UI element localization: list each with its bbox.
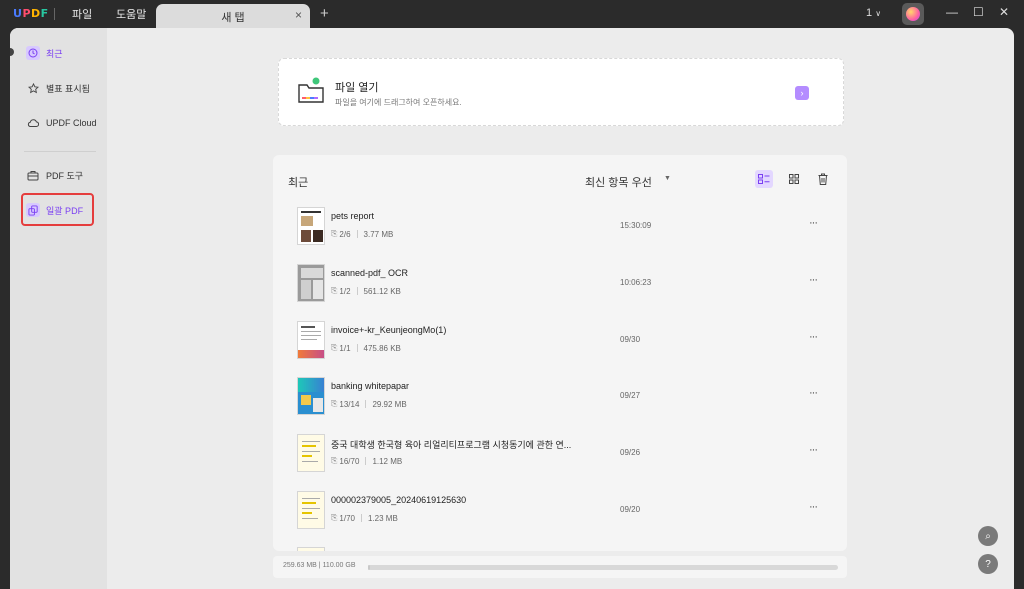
sidebar-item-label: UPDF Cloud (46, 118, 97, 128)
more-options-icon[interactable]: ··· (809, 331, 818, 343)
sidebar-item-cloud[interactable]: UPDF Cloud (23, 110, 103, 136)
tab-new[interactable]: 새 탭 × (156, 4, 310, 28)
file-row[interactable]: scanned-pdf_ OCR ⎘ 1/2 561.12 KB 10:06:23 … (273, 264, 847, 321)
file-thumbnail (297, 434, 325, 472)
clock-icon (26, 46, 40, 60)
more-options-icon[interactable]: ··· (809, 274, 818, 286)
storage-fill (368, 565, 371, 570)
sort-dropdown[interactable]: 최신 항목 우선 (585, 174, 652, 190)
sidebar-toggle-icon[interactable] (10, 48, 14, 56)
close-window-icon[interactable]: ✕ (999, 5, 1009, 19)
recent-panel: 최근 최신 항목 우선 ▼ pets report ⎘ 2/6 3.77 MB 15… (273, 155, 847, 551)
folder-icon (297, 77, 325, 105)
file-time: 09/26 (620, 448, 641, 457)
menu-help[interactable]: 도움말 (116, 6, 146, 22)
help-icon[interactable]: ? (978, 554, 998, 574)
file-thumbnail (297, 377, 325, 415)
file-thumbnail (297, 207, 325, 245)
file-name: invoice+-kr_KeunjeongMo(1) (331, 325, 447, 335)
storage-bar: 259.63 MB | 110.00 GB (273, 556, 847, 578)
sidebar-item-label: 최근 (46, 48, 63, 59)
file-row[interactable]: invoice+-kr_KeunjeongMo(1) ⎘ 1/1 475.86 KB… (273, 321, 847, 378)
file-row[interactable]: 중국 대학생 한국형 육아 리얼리티프로그램 시청동기에 관한 연... ⎘ 16… (273, 434, 847, 491)
file-name: 000002379005_20240619125630 (331, 495, 467, 505)
updf-logo: UPDF (13, 7, 49, 20)
file-row[interactable]: 000002379005_20240619125630 ⎘ 1/70 1.23 MB… (273, 491, 847, 548)
storage-text: 259.63 MB | 110.00 GB (283, 562, 356, 569)
star-icon (26, 81, 40, 95)
file-meta: ⎘ 1/2 561.12 KB (331, 286, 401, 296)
recent-title: 최근 (288, 177, 309, 189)
window-count-dropdown[interactable]: 1 ∨ (866, 7, 881, 19)
open-file-title: 파일 열기 (335, 82, 379, 94)
file-meta: ⎘ 2/6 3.77 MB (331, 229, 394, 239)
open-file-subtitle: 파일을 여기에 드래그하여 오픈하세요. (335, 98, 462, 107)
app-window: 최근 별표 표시됨 UPDF Cloud PDF 도구 일괄 PDF 파일 열기… (10, 28, 1014, 589)
file-row[interactable]: pets report ⎘ 2/6 3.77 MB 15:30:09 ··· (273, 207, 847, 264)
maximize-icon[interactable]: ☐ (973, 5, 984, 19)
cloud-icon (26, 116, 40, 130)
tab-title: 새 탭 (221, 12, 245, 24)
file-meta: ⎘ 13/14 29.92 MB (331, 399, 407, 409)
tab-close-icon[interactable]: × (295, 8, 302, 22)
file-time: 09/20 (620, 505, 641, 514)
file-thumbnail (297, 264, 325, 302)
file-thumbnail-partial (297, 547, 325, 551)
sidebar-item-label: 별표 표시됨 (46, 83, 90, 94)
add-tab-icon[interactable]: + (320, 5, 329, 22)
title-divider (54, 8, 55, 20)
sidebar-item-label: PDF 도구 (46, 170, 84, 181)
file-thumbnail (297, 491, 325, 529)
sidebar-item-starred[interactable]: 별표 표시됨 (23, 75, 93, 101)
file-name: 중국 대학생 한국형 육아 리얼리티프로그램 시청동기에 관한 연... (331, 440, 572, 450)
grid-view-icon[interactable] (785, 170, 803, 188)
file-time: 15:30:09 (620, 221, 652, 230)
file-name: scanned-pdf_ OCR (331, 268, 409, 278)
file-time: 09/30 (620, 335, 641, 344)
open-file-arrow-button[interactable]: › (795, 86, 809, 100)
trash-icon[interactable] (814, 170, 832, 188)
more-options-icon[interactable]: ··· (809, 444, 818, 456)
file-time: 09/27 (620, 391, 641, 400)
file-meta: ⎘ 1/1 475.86 KB (331, 343, 401, 353)
file-name: banking whitepapar (331, 381, 410, 391)
minimize-icon[interactable]: — (946, 5, 958, 19)
file-meta: ⎘ 1/70 1.23 MB (331, 513, 398, 523)
menu-file[interactable]: 파일 (72, 6, 92, 22)
file-time: 10:06:23 (620, 278, 652, 287)
file-name: pets report (331, 211, 375, 221)
highlight-box (21, 193, 94, 226)
file-thumbnail (297, 321, 325, 359)
list-view-icon[interactable] (755, 170, 773, 188)
open-file-card[interactable]: 파일 열기 파일을 여기에 드래그하여 오픈하세요. › (278, 58, 844, 126)
storage-track (368, 565, 838, 570)
chevron-down-icon[interactable]: ▼ (664, 175, 671, 182)
sidebar-item-pdf-tools[interactable]: PDF 도구 (23, 162, 93, 188)
title-bar: UPDF 파일 도움말 새 탭 × + 1 ∨ — ☐ ✕ (0, 0, 1024, 28)
avatar[interactable] (902, 3, 924, 25)
more-options-icon[interactable]: ··· (809, 501, 818, 513)
sidebar: 최근 별표 표시됨 UPDF Cloud PDF 도구 일괄 PDF (10, 28, 107, 589)
file-row[interactable]: banking whitepapar ⎘ 13/14 29.92 MB 09/27 … (273, 377, 847, 434)
sidebar-item-recent[interactable]: 최근 (23, 40, 93, 66)
more-options-icon[interactable]: ··· (809, 217, 818, 229)
toolbox-icon (26, 168, 40, 182)
search-icon[interactable]: ⌕ (978, 526, 998, 546)
more-options-icon[interactable]: ··· (809, 387, 818, 399)
file-meta: ⎘ 16/70 1.12 MB (331, 456, 403, 466)
sidebar-divider (24, 151, 96, 152)
